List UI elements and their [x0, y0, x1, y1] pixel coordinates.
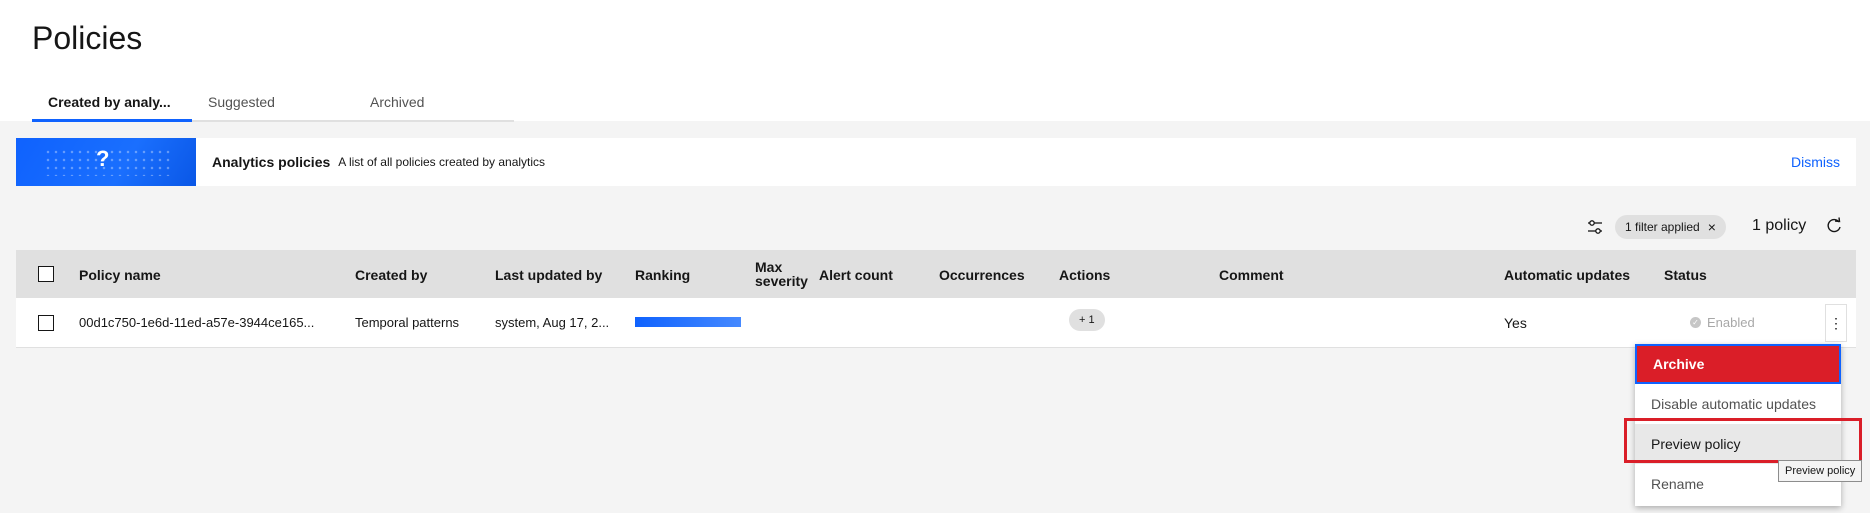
tab-list: Created by analy... Suggested Archived	[32, 90, 514, 122]
header-created-by[interactable]: Created by	[355, 267, 427, 283]
dismiss-link[interactable]: Dismiss	[1791, 154, 1840, 170]
actions-chip[interactable]: + 1	[1069, 309, 1105, 331]
table-row[interactable]: 00d1c750-1e6d-11ed-a57e-3944ce165... Tem…	[16, 298, 1856, 348]
policy-name-cell[interactable]: 00d1c750-1e6d-11ed-a57e-3944ce165...	[79, 315, 314, 330]
page-header: Policies Created by analy... Suggested A…	[0, 0, 1870, 122]
tab-suggested[interactable]: Suggested	[192, 90, 354, 122]
refresh-icon[interactable]	[1825, 217, 1843, 235]
disable-automatic-updates-menu-item[interactable]: Disable automatic updates	[1635, 384, 1841, 424]
checkmark-icon: ✓	[1690, 317, 1701, 328]
policy-count: 1 policy	[1752, 217, 1807, 234]
table-header: Policy name Created by Last updated by R…	[16, 250, 1856, 298]
filter-settings-icon[interactable]	[1586, 218, 1604, 236]
row-checkbox[interactable]	[38, 315, 54, 331]
header-policy-name[interactable]: Policy name	[79, 267, 161, 283]
table-toolbar: 1 filter applied × 1 policy	[0, 212, 1870, 242]
tab-created-by-analytics[interactable]: Created by analy...	[32, 90, 192, 122]
tab-archived[interactable]: Archived	[354, 90, 514, 122]
status-label: Enabled	[1707, 315, 1755, 330]
banner-illustration: ?	[16, 138, 196, 186]
banner-title: Analytics policies	[212, 154, 331, 170]
tooltip: Preview policy	[1778, 460, 1863, 482]
header-ranking[interactable]: Ranking	[635, 267, 690, 283]
ranking-bar	[635, 317, 741, 327]
archive-menu-item[interactable]: Archive	[1635, 344, 1841, 384]
status-cell: ✓ Enabled	[1690, 315, 1755, 330]
header-status[interactable]: Status	[1664, 267, 1707, 283]
header-alert-count[interactable]: Alert count	[819, 267, 893, 283]
last-updated-by-cell: system, Aug 17, 2...	[495, 315, 610, 330]
filter-tag-label: 1 filter applied	[1625, 220, 1700, 234]
policies-table: Policy name Created by Last updated by R…	[16, 250, 1856, 348]
page-title: Policies	[32, 20, 143, 56]
question-mark-icon: ?	[96, 146, 110, 171]
header-occurrences[interactable]: Occurrences	[939, 267, 1025, 283]
banner-description: A list of all policies created by analyt…	[338, 155, 546, 169]
info-banner: ? Analytics policies A list of all polic…	[16, 138, 1856, 186]
header-comment[interactable]: Comment	[1219, 267, 1284, 283]
filter-tag: 1 filter applied ×	[1615, 215, 1726, 239]
header-max-severity[interactable]: Max severity	[755, 260, 808, 288]
header-last-updated-by[interactable]: Last updated by	[495, 267, 602, 283]
preview-policy-menu-item[interactable]: Preview policy	[1635, 424, 1841, 464]
close-icon[interactable]: ×	[1708, 219, 1716, 235]
header-automatic-updates[interactable]: Automatic updates	[1504, 267, 1630, 283]
select-all-checkbox[interactable]	[38, 266, 54, 282]
automatic-updates-cell: Yes	[1504, 315, 1527, 331]
header-actions[interactable]: Actions	[1059, 267, 1110, 283]
header-max-severity-line2: severity	[755, 273, 808, 289]
created-by-cell: Temporal patterns	[355, 315, 460, 330]
overflow-menu-button[interactable]: ⋮	[1825, 304, 1847, 342]
